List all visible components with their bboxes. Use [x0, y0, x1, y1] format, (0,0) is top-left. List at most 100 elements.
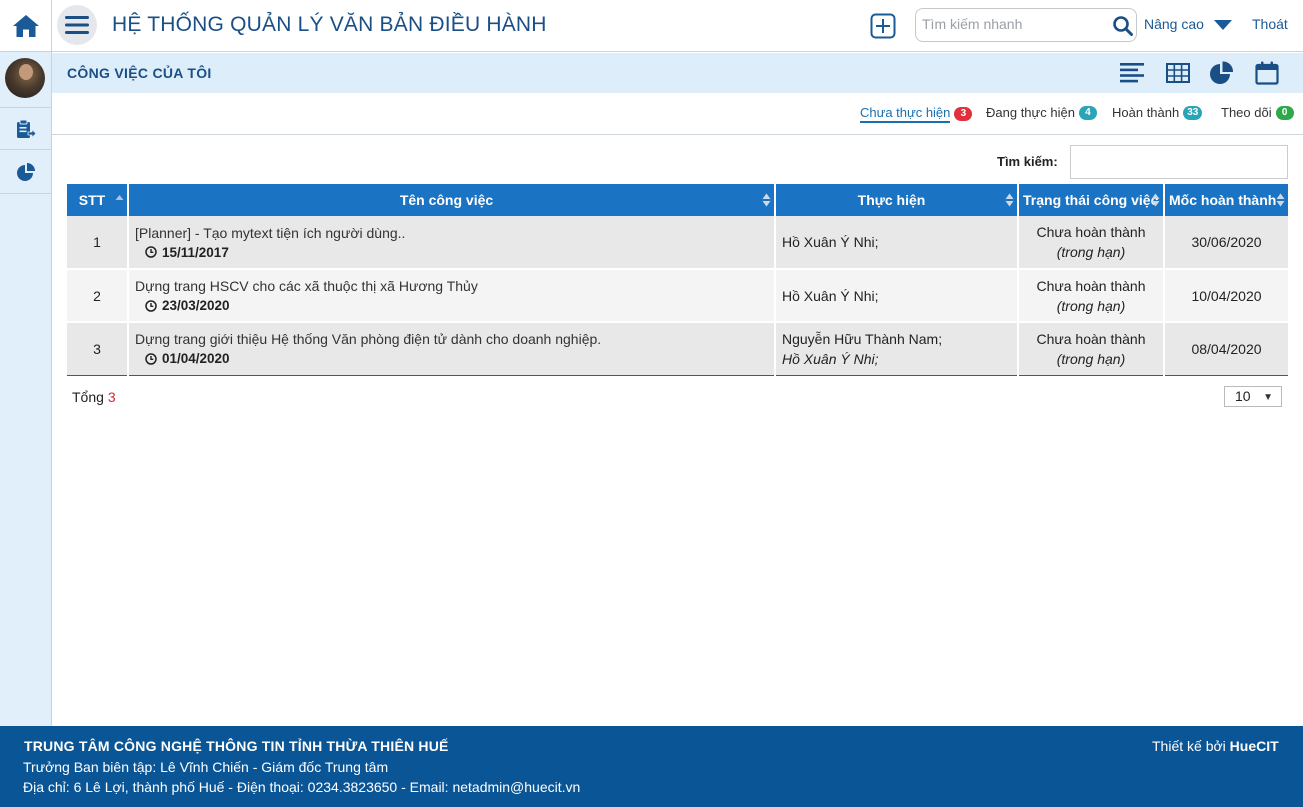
- footer: TRUNG TÂM CÔNG NGHỆ THÔNG TIN TỈNH THỪA …: [0, 726, 1303, 807]
- column-header-status[interactable]: Trạng thái công việc: [1018, 184, 1165, 216]
- calendar-view-icon: [1255, 61, 1279, 85]
- total-value: 3: [107, 389, 116, 405]
- list-view-icon: [1120, 63, 1144, 83]
- footer-design-prefix: Thiết kế bởi: [1152, 738, 1226, 754]
- status-text: Chưa hoàn thành: [1036, 277, 1146, 294]
- tab-in-progress[interactable]: Đang thực hiện 4: [986, 105, 1097, 120]
- task-date-value: 01/04/2020: [162, 351, 230, 367]
- executor-name: Hồ Xuân Ý Nhi;: [782, 350, 879, 367]
- list-view-button[interactable]: [1119, 61, 1145, 85]
- caret-down-icon[interactable]: [1213, 18, 1233, 32]
- cell-task-name: Dựng trang HSCV cho các xã thuộc thị xã …: [128, 269, 776, 323]
- logout-link[interactable]: Thoát: [1252, 16, 1288, 32]
- section-header: CÔNG VIỆC CỦA TÔI: [52, 53, 1303, 93]
- calendar-view-button[interactable]: [1254, 61, 1280, 85]
- executor-name: Hồ Xuân Ý Nhi;: [782, 234, 879, 250]
- sidebar-item-tasks[interactable]: [0, 108, 51, 150]
- total-count: Tổng 3: [72, 389, 116, 405]
- status-note: (trong hạn): [1056, 244, 1126, 260]
- sort-asc-icon: [115, 195, 124, 200]
- tab-label: Theo dõi: [1221, 105, 1272, 120]
- menu-toggle-button[interactable]: [57, 5, 97, 45]
- column-header-label: Trạng thái công việc: [1023, 192, 1159, 208]
- add-button[interactable]: [869, 12, 897, 40]
- cell-deadline: 30/06/2020: [1164, 216, 1288, 270]
- status-text: Chưa hoàn thành: [1036, 224, 1146, 240]
- table-header-row: STT Tên công việc Thực hiện Trạng thái c…: [67, 184, 1288, 216]
- column-header-executor[interactable]: Thực hiện: [775, 184, 1019, 216]
- column-header-label: Thực hiện: [857, 192, 926, 208]
- advanced-search-link[interactable]: Nâng cao: [1144, 16, 1204, 32]
- column-header-stt[interactable]: STT: [67, 184, 129, 216]
- table-search-label: Tìm kiếm:: [997, 154, 1058, 169]
- quick-search-input[interactable]: [922, 16, 1112, 32]
- page-size-select[interactable]: 10 ▼: [1224, 386, 1282, 407]
- section-title: CÔNG VIỆC CỦA TÔI: [67, 65, 212, 81]
- task-date-value: 15/11/2017: [162, 244, 229, 260]
- cell-stt: 3: [67, 322, 129, 376]
- home-icon: [12, 15, 39, 37]
- sort-icon: [1005, 193, 1014, 207]
- sort-icon: [1151, 193, 1160, 207]
- table-row[interactable]: 1 [Planner] - Tạo mytext tiện ích người …: [67, 216, 1288, 270]
- plus-square-icon: [870, 13, 896, 39]
- column-header-deadline[interactable]: Mốc hoàn thành: [1164, 184, 1288, 216]
- cell-stt: 1: [67, 216, 129, 270]
- tab-label: Hoàn thành: [1112, 105, 1180, 120]
- column-header-label: Mốc hoàn thành: [1169, 192, 1277, 208]
- cell-task-name: Dựng trang giới thiệu Hệ thống Văn phòng…: [128, 322, 776, 376]
- task-date: 01/04/2020: [145, 351, 774, 366]
- sidebar-item-reports[interactable]: [0, 152, 51, 194]
- status-note: (trong hạn): [1056, 297, 1126, 314]
- search-icon[interactable]: [1112, 15, 1134, 37]
- home-button[interactable]: [0, 0, 52, 52]
- tab-label: Đang thực hiện: [986, 105, 1075, 120]
- select-caret-icon: ▼: [1263, 392, 1273, 403]
- column-header-task-name[interactable]: Tên công việc: [128, 184, 776, 216]
- chart-view-icon: [1210, 61, 1234, 84]
- count-badge: 33: [1183, 105, 1203, 120]
- task-date-value: 23/03/2020: [162, 298, 230, 313]
- avatar[interactable]: [5, 58, 45, 98]
- column-header-label: Tên công việc: [399, 192, 494, 208]
- page-size-value: 10: [1235, 388, 1251, 404]
- task-title-link[interactable]: Dựng trang giới thiệu Hệ thống Văn phòng…: [135, 331, 774, 347]
- cell-deadline: 10/04/2020: [1164, 269, 1288, 323]
- status-tabs: Chưa thực hiện 3 Đang thực hiện 4 Hoàn t…: [52, 93, 1303, 135]
- sort-icon: [1276, 193, 1285, 207]
- count-badge: 0: [1275, 105, 1294, 120]
- task-title-link[interactable]: Dựng trang HSCV cho các xã thuộc thị xã …: [135, 278, 774, 294]
- app-title: HỆ THỐNG QUẢN LÝ VĂN BẢN ĐIỀU HÀNH: [112, 13, 547, 36]
- cell-status: Chưa hoàn thành (trong hạn): [1018, 216, 1165, 270]
- tab-not-started[interactable]: Chưa thực hiện 3: [860, 105, 973, 123]
- tab-label: Chưa thực hiện: [860, 105, 951, 123]
- cell-stt: 2: [67, 269, 129, 323]
- quick-search: [915, 8, 1137, 42]
- clock-icon: [145, 246, 157, 258]
- footer-design-brand[interactable]: HueCIT: [1230, 738, 1279, 754]
- tab-following[interactable]: Theo dõi 0: [1221, 105, 1294, 120]
- status-text: Chưa hoàn thành: [1036, 330, 1146, 347]
- task-date: 15/11/2017: [145, 245, 774, 260]
- sort-icon: [762, 193, 771, 207]
- pie-chart-icon: [16, 162, 35, 181]
- top-bar: HỆ THỐNG QUẢN LÝ VĂN BẢN ĐIỀU HÀNH Nâng …: [0, 0, 1303, 52]
- hamburger-icon: [65, 16, 89, 34]
- total-label: Tổng: [72, 389, 104, 405]
- cell-status: Chưa hoàn thành (trong hạn): [1018, 322, 1165, 376]
- footer-address: Địa chỉ: 6 Lê Lợi, thành phố Huế - Điện …: [23, 779, 581, 795]
- table-search-input[interactable]: [1070, 145, 1288, 179]
- count-badge: 3: [954, 107, 973, 121]
- table-row[interactable]: 3 Dựng trang giới thiệu Hệ thống Văn phò…: [67, 322, 1288, 376]
- clipboard-export-icon: [16, 119, 37, 138]
- task-title-link[interactable]: [Planner] - Tạo mytext tiện ích người dù…: [135, 225, 774, 241]
- table-row[interactable]: 2 Dựng trang HSCV cho các xã thuộc thị x…: [67, 269, 1288, 323]
- footer-editor: Trưởng Ban biên tập: Lê Vĩnh Chiến - Giá…: [23, 759, 389, 775]
- tab-completed[interactable]: Hoàn thành 33: [1112, 105, 1203, 120]
- task-date: 23/03/2020: [145, 298, 774, 313]
- table-view-button[interactable]: [1165, 61, 1191, 85]
- chart-view-button[interactable]: [1209, 61, 1235, 85]
- executor-name: Nguyễn Hữu Thành Nam;: [782, 330, 943, 347]
- executor-name: Hồ Xuân Ý Nhi;: [782, 287, 879, 304]
- clock-icon: [145, 299, 157, 312]
